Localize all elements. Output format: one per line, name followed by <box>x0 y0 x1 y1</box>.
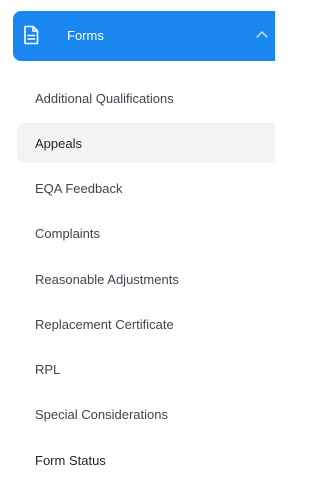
menu-item-reasonable-adjustments[interactable]: Reasonable Adjustments <box>17 259 275 299</box>
menu-item-label: Special Considerations <box>35 406 168 422</box>
menu-item-label: Appeals <box>35 135 82 151</box>
menu-item-replacement-certificate[interactable]: Replacement Certificate <box>17 304 275 344</box>
menu-item-label: Reasonable Adjustments <box>35 271 179 287</box>
menu-item-label: Form Status <box>35 452 106 468</box>
menu-item-label: Replacement Certificate <box>35 316 174 332</box>
menu-item-label: RPL <box>35 361 61 377</box>
menu-item-rpl[interactable]: RPL <box>17 349 275 389</box>
sidebar: Forms Additional Qualifications Appeals … <box>0 0 275 492</box>
menu-item-label: Additional Qualifications <box>35 90 174 106</box>
menu-item-label: EQA Feedback <box>35 180 123 196</box>
menu-item-eqa-feedback[interactable]: EQA Feedback <box>17 168 275 208</box>
forms-menu-toggle[interactable]: Forms <box>13 11 275 61</box>
chevron-up-icon[interactable] <box>256 30 268 38</box>
menu-item-appeals[interactable]: Appeals <box>17 123 275 163</box>
forms-menu-label: Forms <box>67 28 104 43</box>
menu-item-additional-qualifications[interactable]: Additional Qualifications <box>17 78 275 118</box>
document-icon <box>24 25 39 45</box>
menu-item-form-status[interactable]: Form Status <box>17 440 275 480</box>
menu-item-complaints[interactable]: Complaints <box>17 213 275 253</box>
menu-item-label: Complaints <box>35 225 101 241</box>
menu-item-special-considerations[interactable]: Special Considerations <box>17 394 275 434</box>
